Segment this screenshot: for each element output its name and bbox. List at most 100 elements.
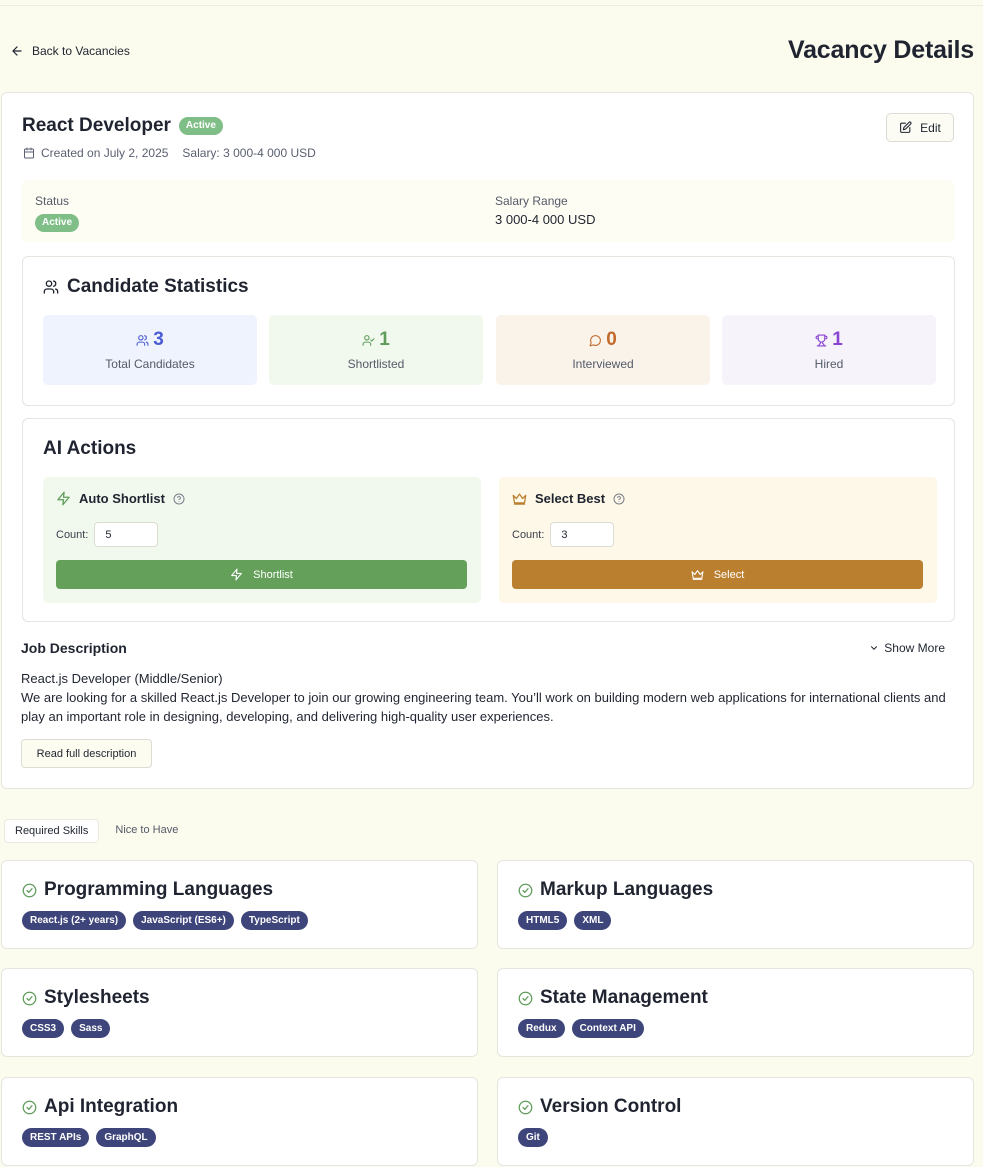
stat-value: 1 [379,329,390,350]
auto-shortlist-count-row: Count: [56,522,159,547]
status-info: Status Active [35,194,80,232]
ai-actions-title: AI Actions [43,438,137,459]
select-best-panel: Select Best Count: Select [499,477,937,603]
skill-card-state-management: State Management Redux Context API [497,968,974,1057]
help-circle-icon[interactable] [613,493,625,505]
skill-chip: Context API [571,1019,644,1038]
stat-label: Hired [814,357,844,371]
salary-info: Salary Range 3 000-4 000 USD [495,194,595,227]
skill-chips: HTML5 XML [518,911,612,930]
candidate-statistics-title: Candidate Statistics [43,276,249,298]
back-link-label: Back to Vacancies [32,44,130,58]
stat-total-candidates: 3 Total Candidates [43,315,257,385]
edit-icon [900,121,912,133]
arrow-left-icon [12,46,22,56]
skill-category-title: Api Integration [44,1096,179,1117]
trophy-icon [815,334,828,346]
shortlist-button[interactable]: Shortlist [56,560,467,589]
stat-label: Interviewed [572,357,634,371]
skill-card-api-integration: Api Integration REST APIs GraphQL [1,1077,478,1166]
select-best-title: Select Best [535,491,606,506]
crown-icon [691,570,704,580]
select-button[interactable]: Select [512,560,923,589]
salary-range-value: 3 000-4 000 USD [495,212,596,227]
read-full-description-button[interactable]: Read full description [21,739,152,768]
salary-range-label: Salary Range [495,194,568,208]
stat-shortlisted: 1 Shortlisted [269,315,483,385]
back-to-vacancies-link[interactable]: Back to Vacancies [10,44,130,58]
select-best-count-input[interactable] [550,522,615,547]
skill-card-header: Version Control [518,1096,681,1118]
skill-category-title: Markup Languages [540,879,714,900]
vacancy-info-strip: Status Active Salary Range 3 000-4 000 U… [22,180,954,242]
skill-chips: React.js (2+ years) JavaScript (ES6+) Ty… [22,911,308,930]
skill-category-title: Programming Languages [44,879,274,900]
edit-button[interactable]: Edit [886,113,954,142]
auto-shortlist-count-input[interactable] [94,522,159,547]
skill-chip: Git [518,1128,548,1147]
ai-actions-card: AI Actions Auto Shortlist Count: Shortli… [22,418,955,622]
skill-card-header: State Management [518,987,708,1009]
auto-shortlist-title: Auto Shortlist [79,491,165,506]
skill-card-header: Stylesheets [22,987,150,1009]
count-label: Count: [56,528,89,541]
zap-icon [57,491,70,506]
auto-shortlist-header: Auto Shortlist [56,491,185,506]
vacancy-meta: Created on July 2, 2025 Salary: 3 000-4 … [23,146,316,160]
shortlist-button-label: Shortlist [253,568,293,581]
top-divider [0,5,983,6]
auto-shortlist-panel: Auto Shortlist Count: Shortlist [43,477,481,603]
skill-chip: CSS3 [22,1019,65,1038]
users-icon [43,280,59,294]
skill-card-header: Api Integration [22,1096,178,1118]
stat-value-row: 3 [136,329,164,351]
help-circle-icon[interactable] [173,493,185,505]
check-circle-icon [22,991,37,1005]
vacancy-card: React Developer Active Created on July 2… [1,92,974,789]
skill-chips: CSS3 Sass [22,1019,111,1038]
skill-chip: REST APIs [22,1128,90,1147]
stats-title-text: Candidate Statistics [67,276,249,297]
check-circle-icon [518,883,533,897]
stat-value-row: 0 [589,329,617,351]
count-label: Count: [512,528,545,541]
stat-label: Total Candidates [105,357,195,371]
skill-chips: REST APIs GraphQL [22,1128,156,1147]
select-best-count-row: Count: [512,522,615,547]
candidate-statistics-card: Candidate Statistics 3 Total Candidates … [22,256,955,406]
status-badge: Active [178,117,223,135]
skill-chip: XML [574,911,612,930]
skill-chip: GraphQL [96,1128,156,1147]
check-circle-icon [518,991,533,1005]
stat-label: Shortlisted [347,357,405,371]
skill-category-title: Version Control [540,1096,682,1117]
select-button-label: Select [713,568,745,581]
salary-summary: Salary: 3 000-4 000 USD [182,146,316,160]
skill-chips: Redux Context API [518,1019,644,1038]
users-icon [136,334,149,346]
skill-chip: HTML5 [518,911,568,930]
tab-nice-to-have[interactable]: Nice to Have [105,819,188,843]
page-title: Vacancy Details [787,36,974,64]
stat-hired: 1 Hired [722,315,936,385]
skill-chip: React.js (2+ years) [22,911,127,930]
skill-card-version-control: Version Control Git [497,1077,974,1166]
edit-label: Edit [920,120,941,135]
skill-chip: Redux [518,1019,565,1038]
user-check-icon [362,334,375,346]
stat-value: 1 [832,329,843,350]
skill-card-stylesheets: Stylesheets CSS3 Sass [1,968,478,1057]
check-circle-icon [518,1100,533,1114]
stat-value: 3 [153,329,164,350]
tab-required-skills[interactable]: Required Skills [4,819,100,843]
check-circle-icon [22,883,37,897]
crown-icon [512,493,527,505]
status-label: Status [35,194,70,208]
skill-category-title: Stylesheets [44,987,150,1008]
skill-chip: JavaScript (ES6+) [133,911,234,930]
stat-interviewed: 0 Interviewed [496,315,710,385]
calendar-icon [24,147,34,159]
job-title-row: React Developer Active [22,115,223,137]
stat-value-row: 1 [362,329,390,351]
created-date: Created on July 2, 2025 [41,146,169,160]
